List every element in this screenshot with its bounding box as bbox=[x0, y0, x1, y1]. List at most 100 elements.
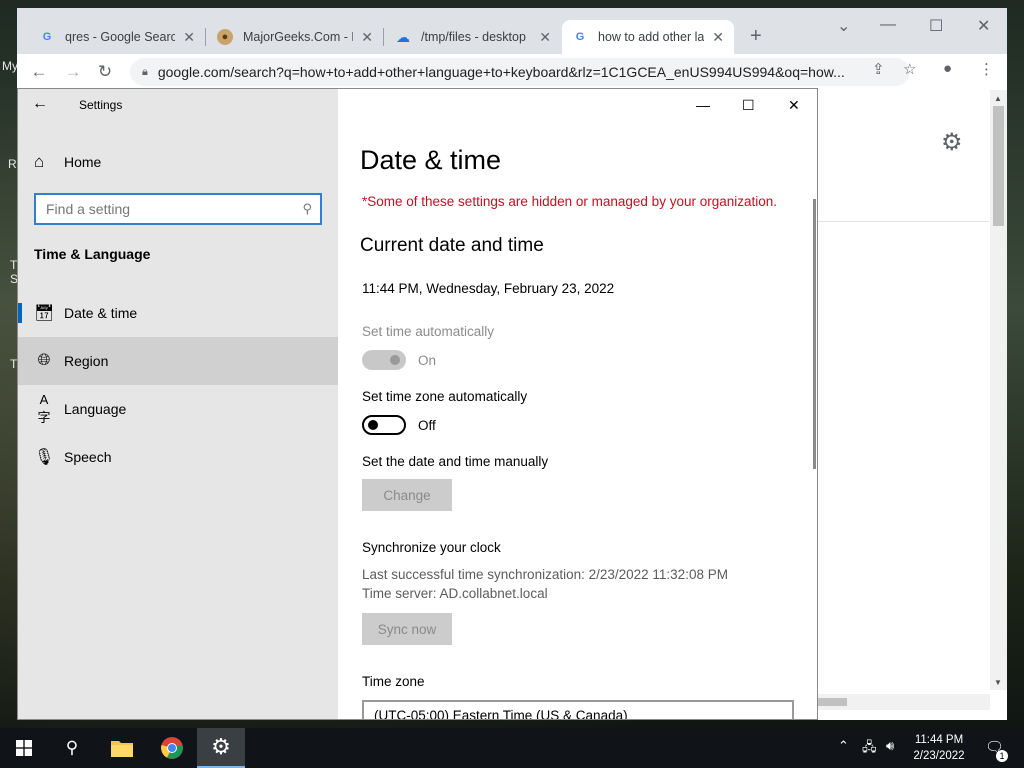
timezone-label: Time zone bbox=[362, 674, 425, 689]
start-button[interactable] bbox=[0, 728, 48, 768]
nav-item-date-time[interactable]: 📅︎ Date & time bbox=[18, 289, 338, 337]
browser-tab[interactable]: ● MajorGeeks.Com - M ✕ bbox=[207, 20, 383, 54]
vertical-scrollbar[interactable]: ▲ ▼ bbox=[990, 90, 1007, 690]
nav-item-speech[interactable]: 🎙︎ Speech bbox=[18, 433, 338, 481]
toggle-knob bbox=[390, 355, 400, 365]
org-warning: *Some of these settings are hidden or ma… bbox=[362, 194, 778, 209]
close-tab-icon[interactable]: ✕ bbox=[539, 29, 551, 46]
network-icon[interactable]: 🖧︎ bbox=[862, 738, 877, 760]
settings-window: ← Settings ⌂ Home ⚲ Time & Language 📅︎ D… bbox=[17, 88, 818, 720]
system-clock[interactable]: 11:44 PM 2/23/2022 bbox=[903, 732, 975, 764]
browser-tab[interactable]: ☁ /tmp/files - desktop ✕ bbox=[385, 20, 561, 54]
back-arrow-icon[interactable]: ← bbox=[32, 95, 48, 113]
divider bbox=[817, 221, 989, 222]
maximize-icon[interactable]: ☐ bbox=[929, 16, 943, 36]
time-server-text: Time server: AD.collabnet.local bbox=[362, 586, 548, 601]
toggle-state: On bbox=[418, 353, 437, 368]
nav-item-label: Date & time bbox=[64, 305, 138, 321]
sync-now-button[interactable]: Sync now bbox=[362, 613, 452, 645]
browser-tab[interactable]: G qres - Google Search ✕ bbox=[29, 20, 205, 54]
settings-nav-pane: ← Settings ⌂ Home ⚲ Time & Language 📅︎ D… bbox=[18, 89, 338, 719]
minimize-icon[interactable]: — bbox=[880, 16, 896, 34]
sync-heading: Synchronize your clock bbox=[362, 540, 501, 555]
scroll-thumb[interactable] bbox=[817, 698, 847, 706]
tab-separator bbox=[205, 28, 206, 46]
nav-item-language[interactable]: A字 Language bbox=[18, 385, 338, 433]
nav-item-label: Speech bbox=[64, 449, 112, 465]
menu-kebab-icon[interactable]: ⋮ bbox=[979, 60, 994, 78]
set-time-auto-toggle[interactable] bbox=[362, 350, 406, 370]
clock-time: 11:44 PM bbox=[914, 734, 964, 746]
toggle-state: Off bbox=[418, 418, 436, 433]
tab-separator bbox=[383, 28, 384, 46]
desktop-icon-label: R bbox=[8, 157, 17, 171]
gear-icon[interactable]: ⚙ bbox=[941, 128, 963, 157]
url-text[interactable]: google.com/search?q=how+to+add+other+lan… bbox=[158, 64, 910, 80]
share-icon[interactable]: ⇪ bbox=[872, 60, 885, 78]
chevron-up-icon[interactable]: ⌃ bbox=[838, 738, 849, 754]
horizontal-scrollbar[interactable] bbox=[817, 694, 990, 710]
maximize-icon[interactable]: ☐ bbox=[742, 97, 755, 114]
search-input[interactable] bbox=[46, 201, 296, 217]
file-explorer-icon[interactable] bbox=[98, 728, 146, 768]
close-tab-icon[interactable]: ✕ bbox=[712, 29, 724, 46]
settings-content: — ☐ ✕ Date & time *Some of these setting… bbox=[338, 89, 817, 719]
address-bar[interactable]: 🔒︎ google.com/search?q=how+to+add+other+… bbox=[130, 58, 910, 86]
section-heading: Time & Language bbox=[34, 246, 151, 262]
nav-item-region[interactable]: 🌐︎ Region bbox=[18, 337, 338, 385]
close-tab-icon[interactable]: ✕ bbox=[183, 29, 195, 46]
tab-strip: G qres - Google Search ✕ ● MajorGeeks.Co… bbox=[17, 8, 1007, 54]
google-g-icon: G bbox=[42, 31, 52, 43]
set-tz-auto-toggle[interactable] bbox=[362, 415, 406, 435]
set-tz-auto-label: Set time zone automatically bbox=[362, 389, 528, 404]
content-scrollbar[interactable] bbox=[813, 199, 816, 469]
google-g-icon: G bbox=[575, 31, 585, 43]
language-icon: A字 bbox=[37, 392, 51, 425]
minimize-icon[interactable]: — bbox=[696, 97, 710, 113]
desktop-icon-label: My bbox=[2, 59, 18, 73]
windows-logo-icon bbox=[16, 740, 32, 756]
tab-search-icon[interactable]: ⌄ bbox=[837, 16, 850, 36]
manual-set-label: Set the date and time manually bbox=[362, 454, 549, 469]
reload-icon[interactable]: ↻ bbox=[93, 60, 117, 84]
scroll-down-icon[interactable]: ▼ bbox=[994, 678, 1002, 687]
clock-date: 2/23/2022 bbox=[913, 750, 965, 762]
nav-item-label: Region bbox=[64, 353, 109, 369]
chrome-icon[interactable] bbox=[148, 728, 196, 768]
calendar-clock-icon: 📅︎ bbox=[34, 305, 55, 322]
last-sync-text: Last successful time synchronization: 2/… bbox=[362, 567, 728, 582]
settings-gear-icon[interactable]: ⚙ bbox=[197, 728, 245, 768]
browser-tab-active[interactable]: G how to add other lan ✕ bbox=[562, 20, 734, 54]
nav-home[interactable]: ⌂ Home bbox=[18, 147, 338, 177]
nav-item-label: Language bbox=[64, 401, 127, 417]
microphone-icon: 🎙︎ bbox=[34, 449, 55, 466]
scroll-up-icon[interactable]: ▲ bbox=[994, 94, 1002, 103]
folder-icon bbox=[111, 741, 133, 757]
home-icon: ⌂ bbox=[34, 152, 45, 171]
notification-count-badge: 1 bbox=[996, 750, 1008, 762]
page-title: Date & time bbox=[360, 145, 502, 175]
tab-title: qres - Google Search bbox=[65, 30, 176, 44]
search-icon[interactable]: ⚲ bbox=[48, 728, 96, 768]
bookmark-star-icon[interactable]: ☆ bbox=[903, 60, 916, 78]
title-bar: ← Settings bbox=[18, 89, 338, 121]
search-icon[interactable]: ⚲ bbox=[302, 201, 312, 217]
close-icon[interactable]: ✕ bbox=[788, 97, 800, 114]
forward-arrow-icon[interactable]: → bbox=[61, 60, 85, 84]
tab-title: /tmp/files - desktop bbox=[421, 30, 526, 44]
volume-icon[interactable]: 🔊︎ bbox=[886, 738, 894, 754]
lock-icon: 🔒︎ bbox=[142, 65, 148, 78]
timezone-dropdown[interactable]: (UTC-05:00) Eastern Time (US & Canada) bbox=[362, 700, 794, 719]
app-title: Settings bbox=[79, 98, 123, 112]
tab-title: MajorGeeks.Com - M bbox=[243, 30, 354, 44]
close-icon[interactable]: ✕ bbox=[977, 16, 990, 36]
change-button[interactable]: Change bbox=[362, 479, 452, 511]
new-tab-icon[interactable]: + bbox=[750, 25, 762, 48]
majorgeeks-icon: ● bbox=[217, 29, 233, 45]
close-tab-icon[interactable]: ✕ bbox=[361, 29, 373, 46]
search-box[interactable]: ⚲ bbox=[34, 193, 322, 225]
scroll-thumb[interactable] bbox=[993, 106, 1004, 226]
profile-avatar-icon[interactable]: ● bbox=[943, 60, 952, 77]
back-arrow-icon[interactable]: ← bbox=[27, 60, 51, 84]
current-datetime-value: 11:44 PM, Wednesday, February 23, 2022 bbox=[362, 281, 615, 296]
